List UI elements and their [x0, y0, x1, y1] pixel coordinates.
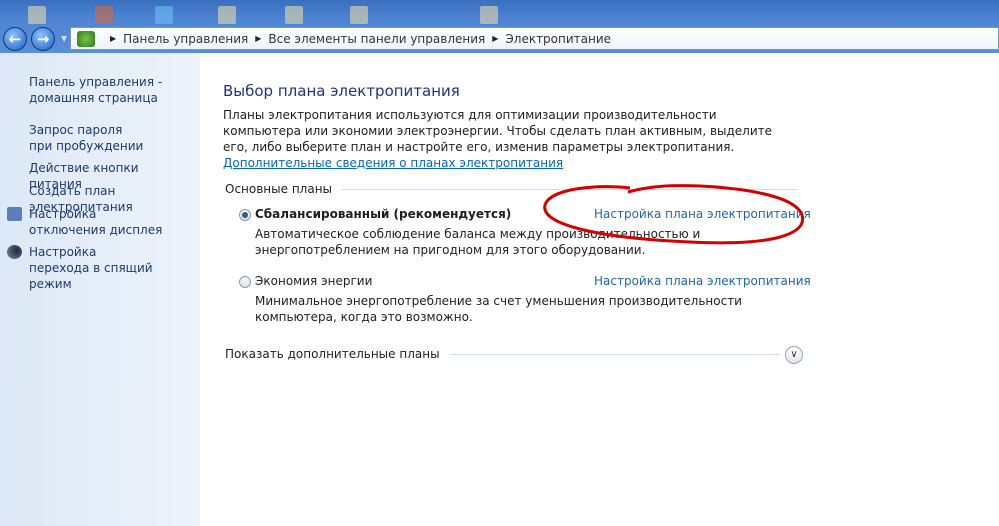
- change-plan-settings-link[interactable]: Настройка плана электропитания: [594, 274, 811, 288]
- control-panel-icon: [77, 30, 95, 47]
- intro-text: Планы электропитания используются для оп…: [223, 107, 783, 171]
- red-annotation-circle: [543, 184, 805, 245]
- more-info-link[interactable]: Дополнительные сведения о планах электро…: [223, 156, 563, 170]
- forward-button[interactable]: →: [31, 27, 55, 51]
- breadcrumb-power-options[interactable]: Электропитание: [505, 32, 611, 46]
- breadcrumb-separator-icon[interactable]: ▶: [255, 34, 261, 43]
- group-label: Основные планы: [225, 182, 333, 196]
- display-clock-icon: [7, 207, 22, 221]
- breadcrumb-separator-icon[interactable]: ▶: [110, 34, 116, 43]
- back-button[interactable]: ←: [3, 27, 27, 51]
- plan-radio-power-saver[interactable]: [239, 276, 251, 288]
- moon-icon: [7, 245, 22, 259]
- desktop-icon: [350, 6, 368, 24]
- plan-name[interactable]: Сбалансированный (рекомендуется): [255, 207, 511, 221]
- sidebar-item-password-on-wakeup[interactable]: Запрос пароля при пробуждении: [29, 122, 149, 154]
- breadcrumb-separator-icon[interactable]: ▶: [492, 34, 498, 43]
- divider: [449, 353, 780, 355]
- sidebar-item-control-panel-home[interactable]: Панель управления - домашняя страница: [29, 74, 194, 106]
- show-additional-plans[interactable]: Показать дополнительные планы: [225, 347, 780, 361]
- sidebar-item-sleep[interactable]: Настройка перехода в спящий режим: [29, 244, 159, 292]
- plan-description: Минимальное энергопотребление за счет ум…: [255, 294, 742, 324]
- address-bar[interactable]: ▶ Панель управления ▶ Все элементы панел…: [70, 27, 999, 50]
- plan-radio-balanced[interactable]: [239, 209, 251, 221]
- page-title: Выбор плана электропитания: [223, 82, 460, 100]
- desktop-icon: [28, 6, 46, 24]
- chevron-down-icon[interactable]: ∨: [785, 346, 803, 364]
- breadcrumb-all-items[interactable]: Все элементы панели управления: [268, 32, 485, 46]
- desktop-icon: [95, 6, 113, 24]
- breadcrumb-control-panel[interactable]: Панель управления: [123, 32, 248, 46]
- desktop-icon: [218, 6, 236, 24]
- sidebar: Панель управления - домашняя страница За…: [0, 53, 200, 526]
- desktop-icon: [155, 6, 173, 24]
- intro-description: Планы электропитания используются для оп…: [223, 108, 773, 154]
- desktop-icon: [285, 6, 303, 24]
- show-additional-plans-label[interactable]: Показать дополнительные планы: [225, 347, 440, 361]
- sidebar-item-display-off[interactable]: Настройка отключения дисплея: [29, 206, 169, 238]
- desktop-icon: [480, 6, 498, 24]
- recent-pages-dropdown[interactable]: ▼: [61, 34, 67, 43]
- plan-name[interactable]: Экономия энергии: [255, 274, 372, 288]
